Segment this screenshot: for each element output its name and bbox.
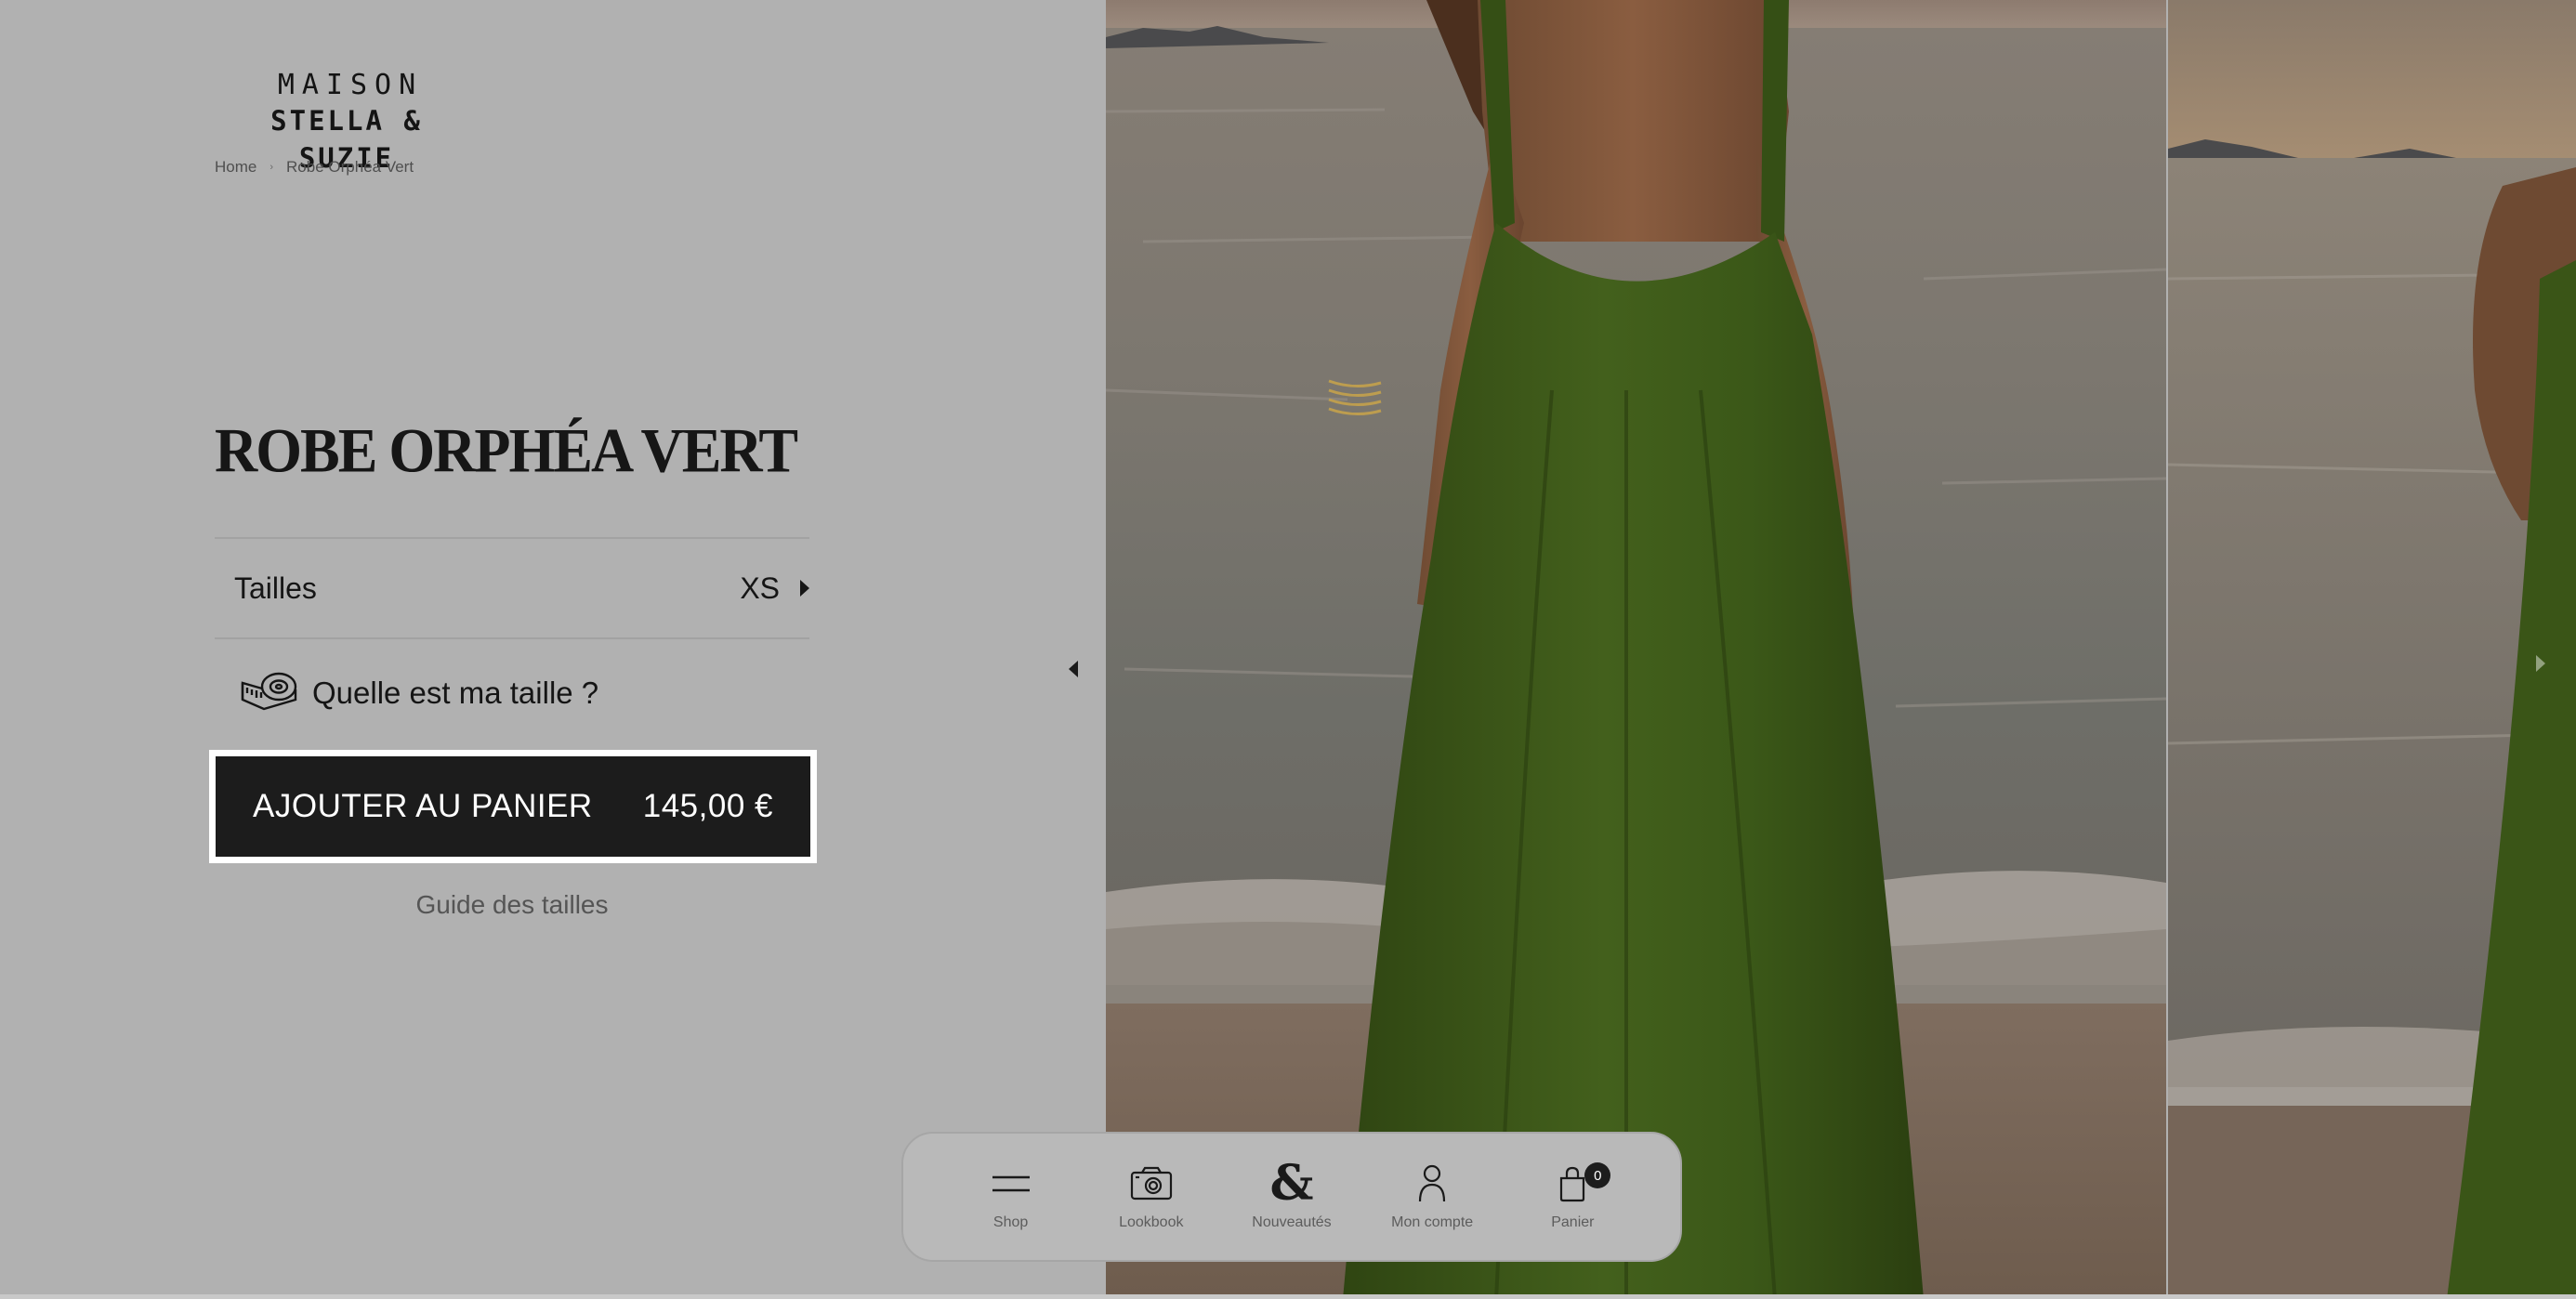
- bag-icon: 0: [1557, 1162, 1611, 1205]
- ampersand-glyph: &: [1269, 1155, 1314, 1212]
- product-price: 145,00 €: [642, 788, 773, 824]
- nav-cart-label: Panier: [1551, 1214, 1595, 1230]
- bottom-navigation: Shop Lookbook & Nouveautés Mon compte 0 …: [901, 1132, 1682, 1262]
- breadcrumb-home[interactable]: Home: [215, 158, 256, 177]
- nav-lookbook[interactable]: Lookbook: [1086, 1162, 1216, 1231]
- user-icon: [1417, 1162, 1447, 1205]
- caret-right-icon: [800, 580, 809, 597]
- size-label: Tailles: [234, 571, 317, 605]
- nav-cart[interactable]: 0 Panier: [1507, 1162, 1637, 1231]
- selected-size: XS: [740, 571, 780, 605]
- camera-icon: [1129, 1162, 1174, 1205]
- breadcrumb-separator: ›: [269, 162, 274, 173]
- add-to-cart-focus-ring: AJOUTER AU PANIER 145,00 €: [209, 750, 817, 863]
- ampersand-icon: &: [1269, 1155, 1314, 1212]
- nav-account[interactable]: Mon compte: [1367, 1162, 1497, 1231]
- add-to-cart-label: AJOUTER AU PANIER: [253, 788, 593, 824]
- size-value-wrap: XS: [740, 571, 809, 606]
- nav-nouveautes[interactable]: & Nouveautés: [1227, 1155, 1357, 1231]
- gallery-next-button[interactable]: [2531, 652, 2550, 675]
- size-finder-label: Quelle est ma taille ?: [312, 675, 599, 710]
- nav-shop-label: Shop: [992, 1214, 1029, 1230]
- nav-nouveautes-label: Nouveautés: [1252, 1214, 1332, 1230]
- measuring-tape-icon: [240, 669, 299, 716]
- product-title: ROBE ORPHÉA VERT: [215, 415, 798, 486]
- gallery-image-2: [2168, 0, 2576, 1299]
- size-guide-link[interactable]: Guide des tailles: [215, 890, 809, 920]
- size-finder-link[interactable]: Quelle est ma taille ?: [240, 669, 598, 716]
- add-to-cart-button[interactable]: AJOUTER AU PANIER 145,00 €: [216, 756, 810, 857]
- gallery-prev-button[interactable]: [1065, 660, 1084, 678]
- nav-lookbook-label: Lookbook: [1119, 1214, 1184, 1230]
- nav-shop[interactable]: Shop: [946, 1162, 1076, 1231]
- gallery-image-1: [1106, 0, 2166, 1299]
- horizontal-scrollbar[interactable]: [0, 1294, 2576, 1299]
- brand-logo-line1: MAISON: [277, 69, 424, 101]
- breadcrumb: Home › Robe Orphéa Vert: [215, 158, 414, 177]
- cart-count-badge: 0: [1584, 1162, 1611, 1188]
- breadcrumb-current: Robe Orphéa Vert: [286, 158, 414, 176]
- size-selector[interactable]: Tailles XS: [215, 537, 809, 639]
- product-info-panel: MAISON STELLA & SUZIE Home › Robe Orphéa…: [0, 0, 1106, 1299]
- menu-icon: [991, 1162, 1032, 1205]
- nav-account-label: Mon compte: [1391, 1214, 1474, 1230]
